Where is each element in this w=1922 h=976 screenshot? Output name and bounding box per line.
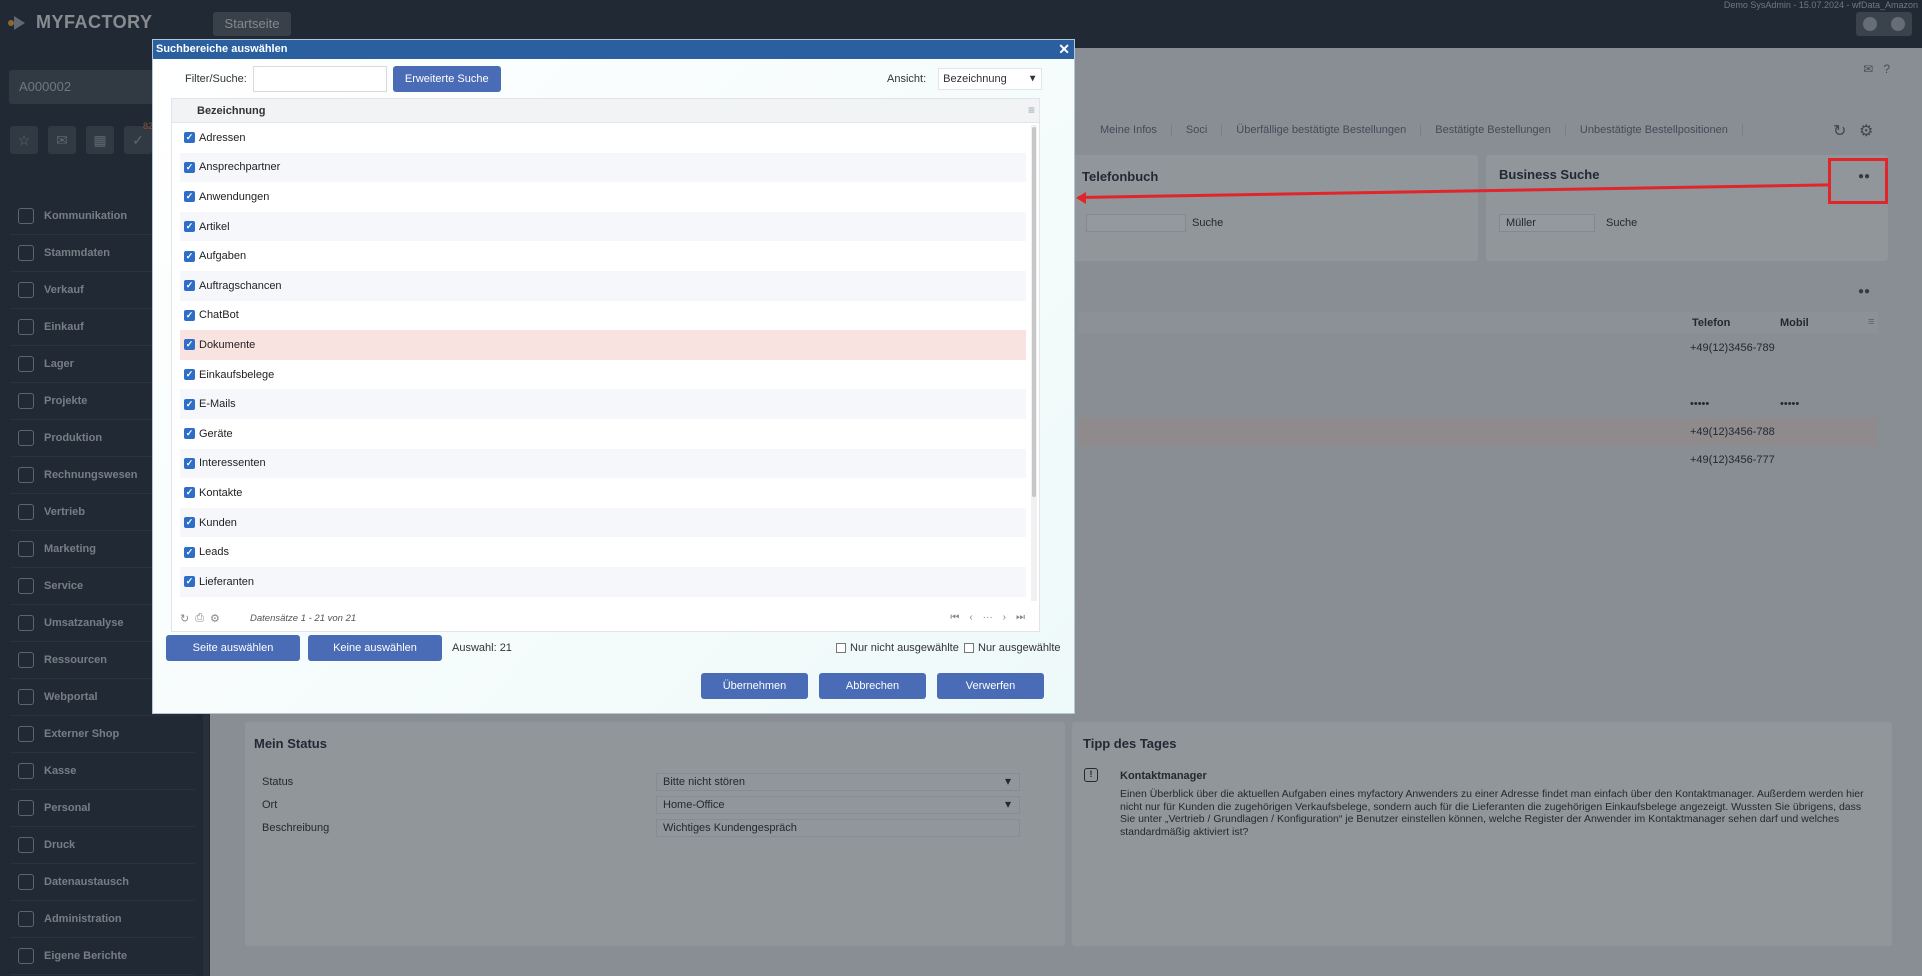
- list-scroll-thumb[interactable]: [1032, 127, 1036, 497]
- dialog-title: Suchbereiche auswählen: [156, 43, 288, 55]
- checkbox-box[interactable]: [836, 643, 846, 653]
- list-item-label: Kunden: [199, 516, 237, 529]
- only-selected-label: Nur ausgewählte: [978, 642, 1061, 654]
- list-item[interactable]: ✓ Einkaufsbelege: [180, 360, 1026, 390]
- list-item[interactable]: ✓ Dokumente: [180, 330, 1026, 360]
- checkbox-checked-icon[interactable]: ✓: [184, 428, 195, 440]
- list-item[interactable]: ✓ Lieferanten: [180, 566, 1026, 597]
- selection-count: Auswahl: 21: [452, 642, 512, 654]
- column-header-bezeichnung[interactable]: Bezeichnung: [197, 105, 265, 117]
- dialog-body: Filter/Suche: Erweiterte Suche Ansicht: …: [153, 59, 1074, 713]
- filter-label: Filter/Suche:: [185, 73, 247, 85]
- view-selector: Ansicht: Bezeichnung ▾: [887, 68, 1043, 90]
- list-item[interactable]: ✓ Anwendungen: [180, 182, 1026, 212]
- selection-row: Seite auswählen Keine auswählen Auswahl:…: [166, 635, 1061, 661]
- list-item-label: Kontakte: [199, 486, 243, 499]
- gear-icon[interactable]: ⚙: [210, 612, 220, 625]
- dialog-title-bar: Suchbereiche auswählen ✕: [153, 40, 1074, 59]
- checkbox-checked-icon[interactable]: ✓: [184, 339, 195, 351]
- close-icon[interactable]: ✕: [1058, 40, 1070, 59]
- checkbox-checked-icon[interactable]: ✓: [184, 487, 195, 499]
- list-header: Bezeichnung ≡: [172, 99, 1039, 123]
- list-item-label: Interessenten: [199, 457, 266, 470]
- print-icon[interactable]: ⎙: [195, 612, 204, 625]
- dialog-actions: Übernehmen Abbrechen Verwerfen: [701, 673, 1044, 699]
- view-dropdown[interactable]: Bezeichnung ▾: [938, 68, 1043, 90]
- list-item[interactable]: ✓ Auftragschancen: [180, 270, 1026, 301]
- list-item[interactable]: ✓ Aufgaben: [180, 241, 1026, 271]
- list-item[interactable]: ✓ Geräte: [180, 419, 1026, 449]
- list-item[interactable]: ✓ Ansprechpartner: [180, 152, 1026, 183]
- checkbox-checked-icon[interactable]: ✓: [184, 576, 195, 588]
- annotation-highlight-box: [1828, 158, 1888, 204]
- checkbox-checked-icon[interactable]: ✓: [184, 517, 195, 529]
- next-page-icon[interactable]: ›: [1003, 612, 1006, 623]
- list-scrollbar[interactable]: [1031, 125, 1037, 601]
- list-footer: ↻ ⎙ ⚙ Datensätze 1 - 21 von 21 ⏮ ‹ ··· ›…: [172, 607, 1039, 631]
- list-item-label: E-Mails: [199, 398, 236, 411]
- footer-tools: ↻ ⎙ ⚙: [180, 612, 220, 625]
- list-item-label: Artikel: [199, 220, 230, 233]
- checkbox-checked-icon[interactable]: ✓: [184, 546, 195, 558]
- list-item-label: Geräte: [199, 427, 233, 440]
- list-item-label: Einkaufsbelege: [199, 368, 275, 381]
- apply-button[interactable]: Übernehmen: [701, 673, 808, 699]
- first-page-icon[interactable]: ⏮: [950, 612, 959, 623]
- list-item-label: Lieferanten: [199, 575, 255, 588]
- select-page-button[interactable]: Seite auswählen: [166, 635, 300, 661]
- list-item[interactable]: ✓ Interessenten: [180, 448, 1026, 479]
- search-areas-dialog: Suchbereiche auswählen ✕ Filter/Suche: E…: [152, 39, 1075, 714]
- checkbox-checked-icon[interactable]: ✓: [184, 250, 195, 262]
- select-none-button[interactable]: Keine auswählen: [308, 635, 442, 661]
- pager: ⏮ ‹ ··· › ⏭: [950, 612, 1025, 623]
- records-count: Datensätze 1 - 21 von 21: [250, 613, 357, 624]
- list-item[interactable]: ✓ ChatBot: [180, 301, 1026, 331]
- only-unselected-label: Nur nicht ausgewählte: [850, 642, 959, 654]
- page-dots-icon[interactable]: ···: [983, 612, 993, 623]
- search-areas-list: Bezeichnung ≡ ✓ Adressen ✓ Ansprechpartner ✓…: [171, 98, 1040, 632]
- checkbox-checked-icon[interactable]: ✓: [184, 191, 195, 203]
- list-item-label: Auftragschancen: [199, 279, 282, 292]
- list-item-label: Adressen: [199, 131, 246, 144]
- checkbox-checked-icon[interactable]: ✓: [184, 161, 195, 173]
- checkbox-checked-icon[interactable]: ✓: [184, 398, 195, 410]
- checkbox-checked-icon[interactable]: ✓: [184, 309, 195, 321]
- list-rows: ✓ Adressen ✓ Ansprechpartner ✓ Anwendungen ✓ Ar…: [180, 123, 1026, 598]
- checkbox-checked-icon[interactable]: ✓: [184, 132, 195, 144]
- view-value: Bezeichnung: [943, 73, 1007, 85]
- chevron-down-icon: ▾: [1030, 73, 1036, 84]
- list-item-label: Aufgaben: [199, 250, 247, 263]
- checkbox-checked-icon[interactable]: ✓: [184, 221, 195, 233]
- checkbox-box[interactable]: [964, 643, 974, 653]
- last-page-icon[interactable]: ⏭: [1016, 612, 1025, 623]
- view-label: Ansicht:: [887, 73, 927, 85]
- list-item[interactable]: ✓ Kunden: [180, 507, 1026, 538]
- list-item[interactable]: ✓ Adressen: [180, 123, 1026, 153]
- checkbox-checked-icon[interactable]: ✓: [184, 457, 195, 469]
- list-item[interactable]: ✓ Leads: [180, 537, 1026, 567]
- list-item-label: Dokumente: [199, 338, 256, 351]
- annotation-arrow-head: [1076, 192, 1086, 204]
- filter-row: Filter/Suche: Erweiterte Suche: [185, 66, 501, 92]
- list-item[interactable]: ✓ E-Mails: [180, 389, 1026, 419]
- list-item[interactable]: ✓ Kontakte: [180, 478, 1026, 508]
- refresh-icon[interactable]: ↻: [180, 612, 189, 625]
- list-item[interactable]: ✓ Artikel: [180, 211, 1026, 242]
- checkbox-checked-icon[interactable]: ✓: [184, 369, 195, 381]
- extended-search-button[interactable]: Erweiterte Suche: [392, 66, 501, 92]
- only-unselected-checkbox[interactable]: Nur nicht ausgewählte: [836, 642, 959, 654]
- column-menu-icon[interactable]: ≡: [1028, 103, 1035, 117]
- only-selected-checkbox[interactable]: Nur ausgewählte: [964, 642, 1061, 654]
- list-item-label: ChatBot: [199, 309, 239, 322]
- cancel-button[interactable]: Abbrechen: [819, 673, 926, 699]
- discard-button[interactable]: Verwerfen: [937, 673, 1044, 699]
- list-item-label: Leads: [199, 546, 229, 559]
- list-item-label: Anwendungen: [199, 190, 270, 203]
- prev-page-icon[interactable]: ‹: [969, 612, 972, 623]
- list-item-label: Ansprechpartner: [199, 161, 281, 174]
- filter-search-input[interactable]: [252, 66, 387, 92]
- checkbox-checked-icon[interactable]: ✓: [184, 280, 195, 292]
